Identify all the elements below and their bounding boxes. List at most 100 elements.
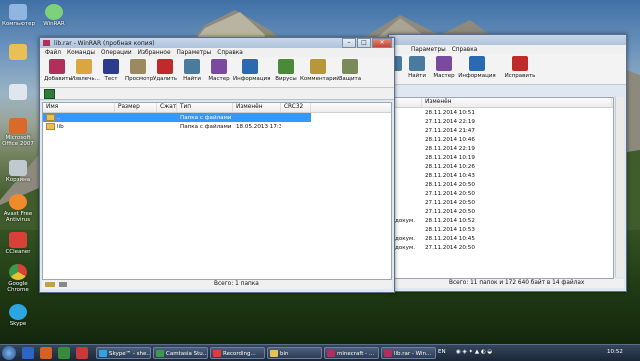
row-date: 27.11.2014 20:50 <box>425 208 475 215</box>
table-row[interactable]: докум. 28.11.2014 10:52 <box>392 216 613 225</box>
back-status-bar: Всего: 11 папок и 172 640 байт в 14 файл… <box>391 279 624 288</box>
table-row[interactable]: 28.11.2014 20:50 <box>392 180 613 189</box>
back-info-button[interactable]: Информация <box>458 54 496 79</box>
pinned-app-icon[interactable] <box>58 347 70 359</box>
maximize-button[interactable]: □ <box>357 38 371 48</box>
up-folder-icon[interactable] <box>44 88 55 99</box>
window-titlebar[interactable]: lib.rar - WinRAR (пробная копия) – □ ✕ <box>40 38 394 48</box>
back-winrar-window[interactable]: Параметры Справка Найти Мастер Информаци… <box>388 34 627 292</box>
delete-button[interactable]: Удалить <box>152 57 178 82</box>
skype-desktop-icon[interactable]: Skype <box>2 304 34 327</box>
recycle-bin-desktop-icon[interactable]: Корзина <box>2 160 34 183</box>
table-row[interactable]: 28.11.2014 10:53 <box>392 225 613 234</box>
add-button[interactable]: Добавить <box>44 57 72 82</box>
column-modified[interactable]: Изменён <box>233 103 281 112</box>
toolbar-label: Найти <box>183 76 201 82</box>
taskbar-app-button[interactable]: Recording... <box>210 347 265 359</box>
language-indicator[interactable]: EN <box>438 345 446 360</box>
file-list: Имя Размер Сжат Тип Изменён CRC32 .. Пап… <box>42 102 392 280</box>
chrome-desktop-icon[interactable]: Google Chrome <box>2 264 34 293</box>
taskbar-app-button[interactable]: lib.rar - Win... <box>381 347 436 359</box>
folder-desktop-icon[interactable] <box>2 44 34 61</box>
minimize-button[interactable]: – <box>342 38 356 48</box>
back-window-titlebar[interactable] <box>389 35 626 45</box>
table-row[interactable]: 28.11.2014 22:19 <box>392 144 613 153</box>
extract-icon <box>76 59 92 74</box>
taskbar-app-label: minecraft - ... <box>337 351 375 357</box>
column-packed[interactable]: Сжат <box>157 103 177 112</box>
close-button[interactable]: ✕ <box>372 38 392 48</box>
table-row[interactable]: 27.11.2014 22:19 <box>392 117 613 126</box>
table-row[interactable]: 28.11.2014 10:46 <box>392 135 613 144</box>
row-date: 28.11.2014 10:45 <box>425 235 475 242</box>
tray-icons[interactable]: ◉ ◈ ✦ ▲ ◐ ◒ <box>456 345 516 360</box>
menu-help[interactable]: Справка <box>452 47 478 53</box>
menu-operations[interactable]: Операции <box>101 50 132 56</box>
protect-button[interactable]: Защита <box>337 57 363 82</box>
view-button[interactable]: Просмотр <box>125 57 153 82</box>
back-wizard-button[interactable]: Мастер <box>431 54 457 79</box>
row-date: 28.11.2014 10:46 <box>425 136 475 143</box>
menu-commands[interactable]: Команды <box>67 50 95 56</box>
row-date: 27.11.2014 20:50 <box>425 190 475 197</box>
table-row[interactable]: 27.11.2014 20:50 <box>392 207 613 216</box>
pinned-app-icon[interactable] <box>76 347 88 359</box>
info-icon <box>242 59 258 74</box>
column-type[interactable]: Тип <box>177 103 233 112</box>
pinned-app-icon[interactable] <box>40 347 52 359</box>
column-modified[interactable]: Изменён <box>422 98 612 107</box>
avast-desktop-icon[interactable]: Avast Free Antivirus <box>2 194 34 223</box>
wizard-button[interactable]: Мастер <box>206 57 232 82</box>
table-row[interactable]: lib Папка с файлами 18.05.2013 17:30 <box>43 122 391 131</box>
row-date: 28.11.2014 22:19 <box>425 145 475 152</box>
column-crc[interactable]: CRC32 <box>281 103 311 112</box>
clock[interactable]: 10:52 <box>607 345 623 360</box>
menu-params[interactable]: Параметры <box>411 47 446 53</box>
column-size[interactable]: Размер <box>115 103 157 112</box>
find-button[interactable]: Найти <box>179 57 205 82</box>
winrar-desktop-icon[interactable]: WinRAR <box>38 4 70 27</box>
ccleaner-desktop-icon[interactable]: CCleaner <box>2 232 34 255</box>
taskbar-app-button[interactable]: Skype™ - she... <box>96 347 151 359</box>
virus-button[interactable]: Вирусы <box>273 57 299 82</box>
table-row[interactable]: .. Папка с файлами <box>43 113 311 122</box>
table-row[interactable]: 28.11.2014 10:43 <box>392 171 613 180</box>
table-row[interactable]: 27.11.2014 21:47 <box>392 126 613 135</box>
info-button[interactable]: Информация <box>233 57 270 82</box>
computer-desktop-icon[interactable]: Компьютер <box>2 4 35 27</box>
pinned-app-icon[interactable] <box>22 347 34 359</box>
taskbar-app-button[interactable]: Camtasia Stu... <box>153 347 208 359</box>
toolbar-label: Тест <box>104 76 118 82</box>
back-repair-button[interactable]: Исправить <box>503 54 537 79</box>
menu-file[interactable]: Файл <box>45 50 61 56</box>
table-row[interactable]: 27.11.2014 20:50 <box>392 198 613 207</box>
back-find-button-2[interactable]: Найти <box>404 54 430 79</box>
table-row[interactable]: 28.11.2014 10:26 <box>392 162 613 171</box>
start-button[interactable] <box>2 346 16 360</box>
taskbar-app-button[interactable]: minecraft - ... <box>324 347 379 359</box>
menu-params[interactable]: Параметры <box>177 50 212 56</box>
comment-button[interactable]: Комментарий <box>300 57 340 82</box>
menu-favorites[interactable]: Избранное <box>138 50 171 56</box>
table-row[interactable]: 27.11.2014 20:50 <box>392 189 613 198</box>
view-icon <box>130 59 146 74</box>
folder-icon <box>46 123 55 130</box>
app-icon <box>213 350 221 357</box>
table-row[interactable]: 28.11.2014 10:19 <box>392 153 613 162</box>
column-name[interactable]: Имя <box>43 103 115 112</box>
taskbar-app-button[interactable]: bin <box>267 347 322 359</box>
test-button[interactable]: Тест <box>98 57 124 82</box>
back-scrollbar[interactable] <box>615 97 624 277</box>
menu-help[interactable]: Справка <box>217 50 243 56</box>
key-icon <box>59 282 67 287</box>
table-row[interactable]: докум. 27.11.2014 20:50 <box>392 243 613 252</box>
office-desktop-icon[interactable]: Microsoft Office 2007 <box>2 118 34 147</box>
row-prefix: докум. <box>395 217 415 224</box>
document-desktop-icon[interactable] <box>2 84 34 101</box>
table-row[interactable]: 28.11.2014 10:51 <box>392 108 613 117</box>
extract-button[interactable]: Извлечь... <box>71 57 100 82</box>
table-row[interactable]: докум. 28.11.2014 10:45 <box>392 234 613 243</box>
toolbar-label: Комментарий <box>300 76 340 82</box>
winrar-window[interactable]: lib.rar - WinRAR (пробная копия) – □ ✕ Ф… <box>39 37 395 293</box>
folder-up-icon <box>46 114 55 121</box>
